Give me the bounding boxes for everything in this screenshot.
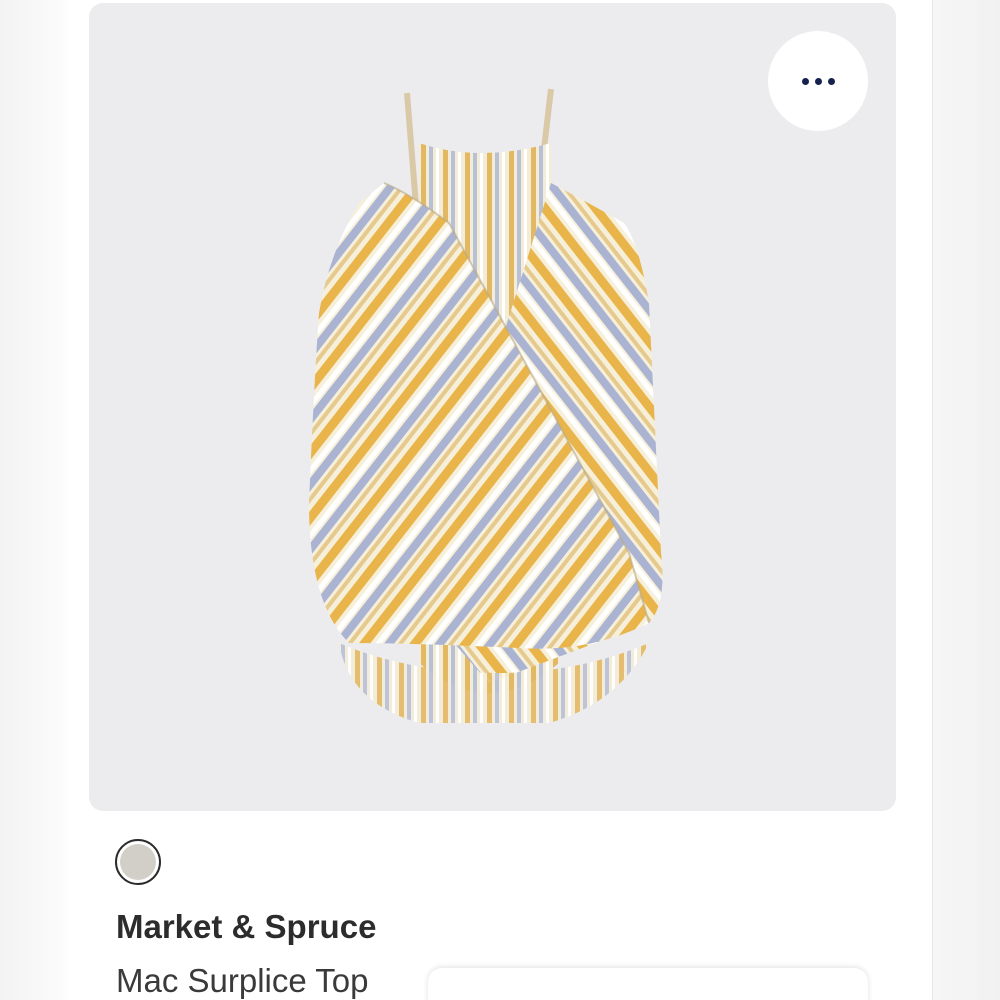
more-horizontal-icon-dot xyxy=(827,77,835,85)
product-image xyxy=(309,88,663,723)
product-brand: Market & Spruce xyxy=(116,908,377,945)
more-options-button[interactable] xyxy=(768,31,868,131)
more-horizontal-icon xyxy=(801,77,809,85)
action-card[interactable] xyxy=(428,968,868,1000)
color-swatch[interactable] xyxy=(115,839,161,885)
color-swatch-fill xyxy=(120,844,156,880)
product-page: Market & Spruce Mac Surplice Top xyxy=(0,0,1000,1000)
product-name[interactable]: Mac Surplice Top xyxy=(116,962,369,1000)
more-horizontal-icon-dot xyxy=(814,77,822,85)
product-image-panel[interactable] xyxy=(89,3,896,811)
product-card[interactable]: Market & Spruce Mac Surplice Top xyxy=(68,0,933,1000)
